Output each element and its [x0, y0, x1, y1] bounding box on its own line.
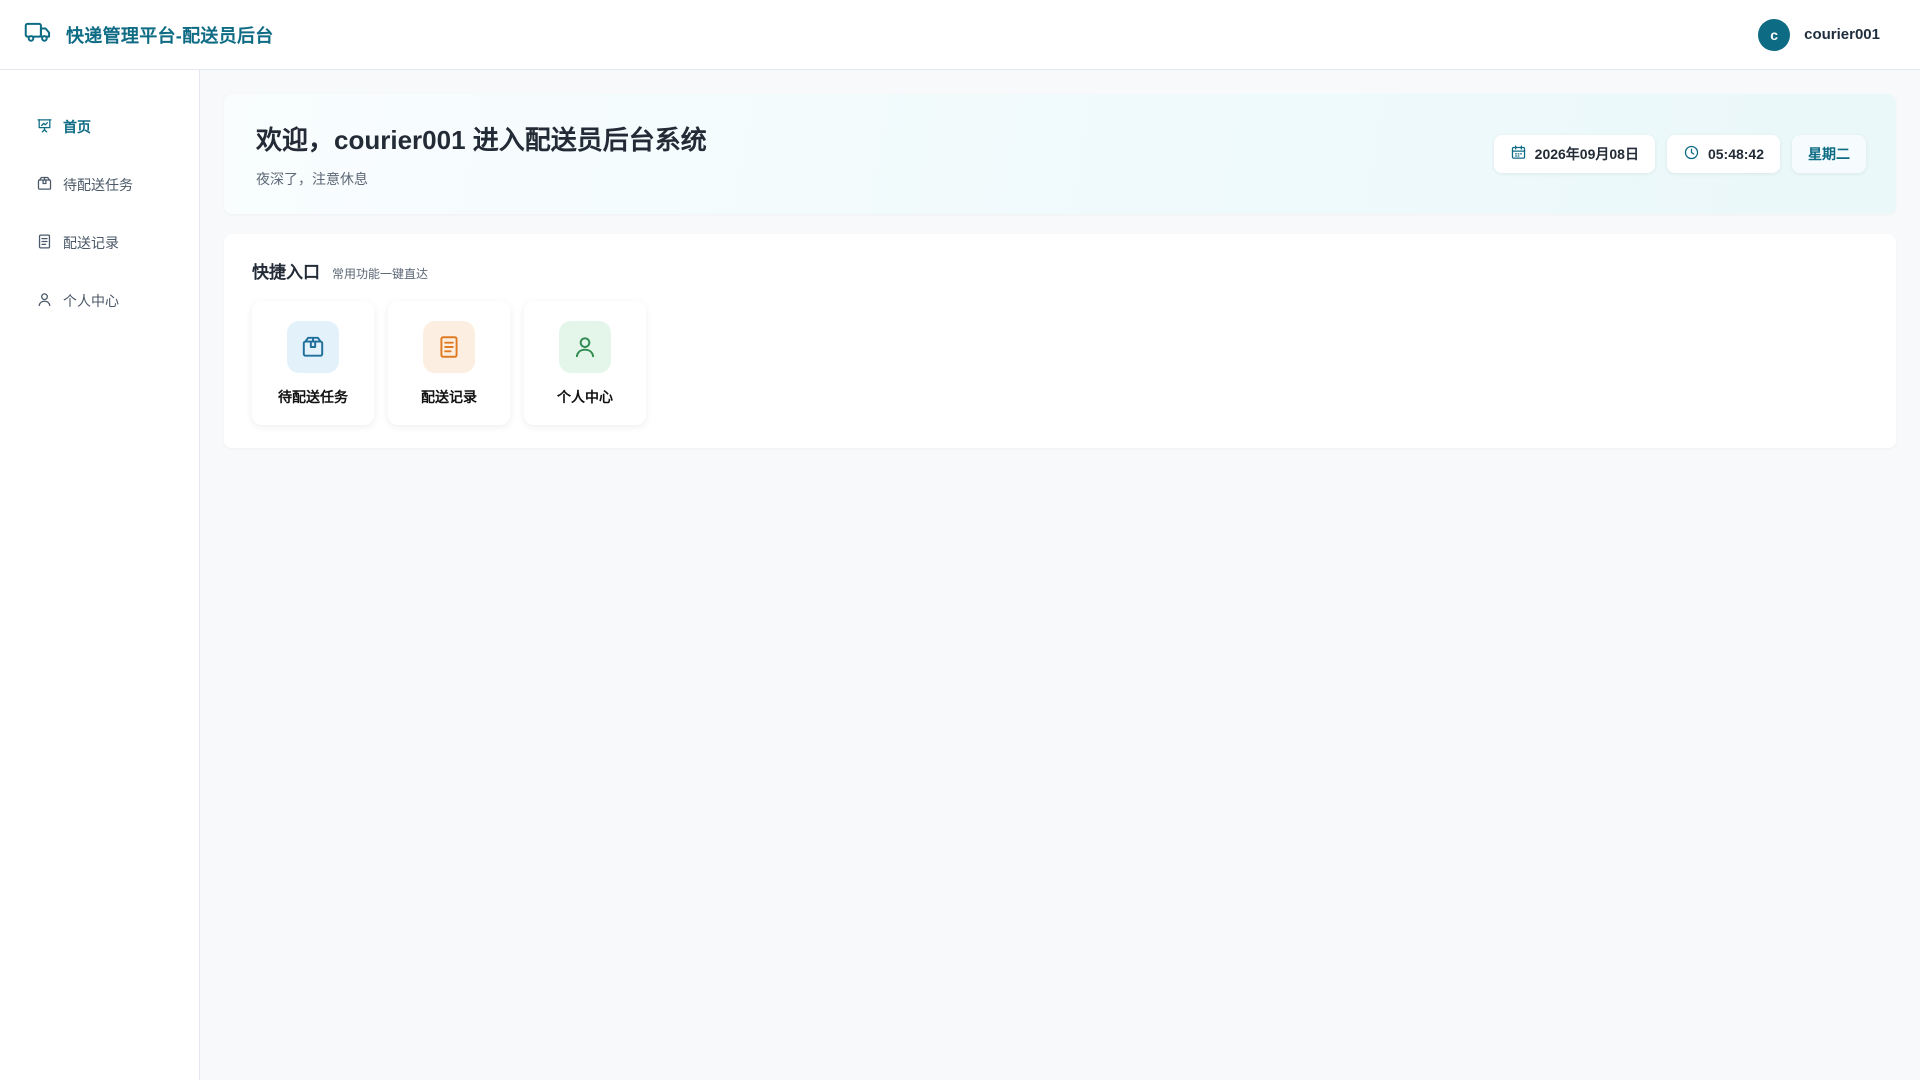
datetime-chips: 2026年09月08日 05:48:42 星期二	[1493, 135, 1866, 173]
user-menu[interactable]: c courier001	[1758, 18, 1880, 51]
quick-access-header: 快捷入口 常用功能一键直达	[252, 258, 1868, 283]
sidebar-item-delivery-records[interactable]: 配送记录	[0, 214, 199, 272]
weekday-chip: 星期二	[1792, 135, 1866, 173]
weekday-text: 星期二	[1808, 146, 1850, 162]
avatar[interactable]: c	[1758, 18, 1791, 51]
user-icon	[559, 321, 611, 373]
brand[interactable]: 快递管理平台-配送员后台	[24, 18, 274, 51]
welcome-title: 欢迎，courier001 进入配送员后台系统	[256, 124, 707, 155]
quick-tile-delivery-records[interactable]: 配送记录	[388, 301, 510, 425]
package-icon	[287, 321, 339, 373]
sidebar: 首页 待配送任务 配送记录 个人中心	[0, 70, 200, 1080]
sidebar-item-profile[interactable]: 个人中心	[0, 272, 199, 330]
document-icon	[423, 321, 475, 373]
top-header: 快递管理平台-配送员后台 c courier001	[0, 0, 1920, 70]
quick-access-tiles: 待配送任务 配送记录 个人中心	[252, 301, 1868, 425]
document-icon	[36, 233, 53, 253]
tile-label: 配送记录	[421, 389, 477, 405]
quick-tile-profile[interactable]: 个人中心	[524, 301, 646, 425]
quick-access-subtitle: 常用功能一键直达	[332, 267, 429, 281]
username[interactable]: courier001	[1804, 26, 1880, 43]
sidebar-item-home[interactable]: 首页	[0, 98, 199, 156]
user-icon	[36, 291, 53, 311]
main-content: 欢迎，courier001 进入配送员后台系统 夜深了，注意休息 2026年09…	[224, 94, 1896, 448]
sidebar-item-pending-tasks[interactable]: 待配送任务	[0, 156, 199, 214]
truck-icon	[24, 18, 52, 51]
welcome-subtitle: 夜深了，注意休息	[256, 170, 368, 187]
tile-label: 个人中心	[557, 389, 613, 405]
date-chip: 2026年09月08日	[1493, 135, 1655, 173]
time-chip: 05:48:42	[1666, 135, 1780, 173]
sidebar-item-label: 配送记录	[63, 235, 119, 251]
quick-access-panel: 快捷入口 常用功能一键直达 待配送任务 配送记录 个人中心	[224, 234, 1896, 448]
date-text: 2026年09月08日	[1534, 146, 1639, 162]
welcome-banner: 欢迎，courier001 进入配送员后台系统 夜深了，注意休息 2026年09…	[224, 94, 1896, 214]
sidebar-item-label: 首页	[63, 119, 91, 135]
calendar-icon	[1510, 144, 1527, 164]
quick-tile-pending-tasks[interactable]: 待配送任务	[252, 301, 374, 425]
sidebar-item-label: 个人中心	[63, 293, 119, 309]
tile-label: 待配送任务	[278, 389, 348, 405]
presentation-chart-icon	[36, 117, 53, 137]
clock-icon	[1683, 144, 1700, 164]
quick-access-title: 快捷入口	[252, 263, 320, 282]
sidebar-item-label: 待配送任务	[63, 177, 133, 193]
welcome-text: 欢迎，courier001 进入配送员后台系统 夜深了，注意休息	[256, 120, 707, 189]
package-icon	[36, 175, 53, 195]
app-title: 快递管理平台-配送员后台	[66, 25, 274, 46]
time-text: 05:48:42	[1707, 146, 1764, 162]
